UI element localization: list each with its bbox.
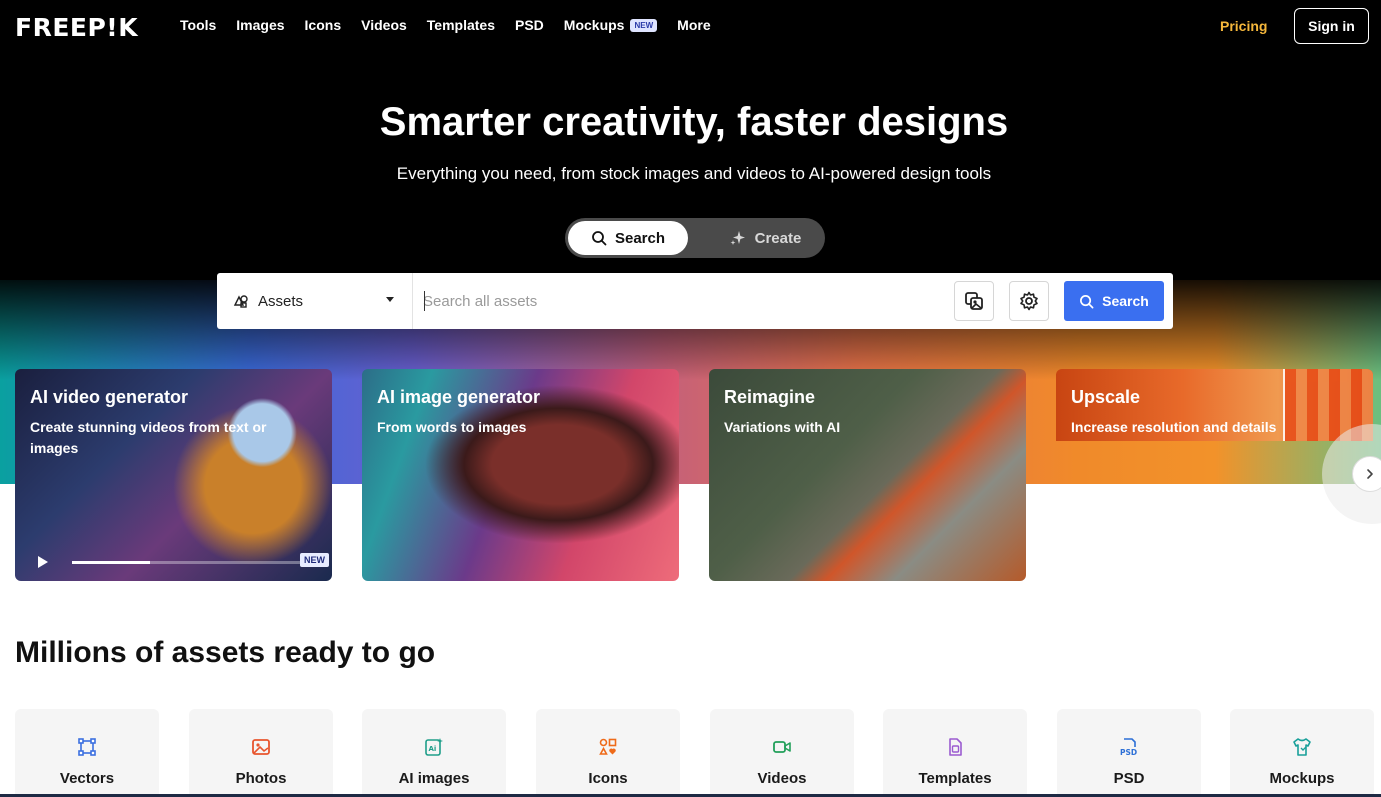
nav-links: Tools Images Icons Videos Templates PSD …: [180, 17, 731, 33]
category-templates[interactable]: Templates: [883, 709, 1027, 797]
top-nav: FREEP!K Tools Images Icons Videos Templa…: [0, 0, 1381, 54]
nav-item-images[interactable]: Images: [236, 17, 284, 33]
card-ai-image-generator[interactable]: AI image generator From words to images: [362, 369, 679, 581]
card-description: Increase resolution and details: [1071, 419, 1277, 435]
assets-icon: [233, 295, 248, 308]
search-bar: Assets Search: [217, 273, 1173, 329]
nav-item-tools[interactable]: Tools: [180, 17, 216, 33]
freepik-logo[interactable]: FREEP!K: [15, 13, 138, 42]
vectors-icon: [78, 738, 96, 756]
category-mockups[interactable]: Mockups: [1230, 709, 1374, 797]
page: FREEP!K Tools Images Icons Videos Templa…: [0, 0, 1381, 797]
category-label: Icons: [588, 770, 628, 787]
category-videos[interactable]: Videos: [710, 709, 854, 797]
card-title: Upscale: [1071, 387, 1141, 407]
hero-subtitle: Everything you need, from stock images a…: [396, 164, 992, 183]
icons-icon: [599, 738, 617, 755]
search-icon: [592, 231, 607, 246]
new-badge: NEW: [300, 553, 329, 567]
chevron-down-icon: [386, 297, 394, 302]
nav-item-more[interactable]: More: [677, 17, 710, 33]
nav-item-icons[interactable]: Icons: [305, 17, 342, 33]
card-title: Reimagine: [724, 387, 816, 407]
card-title: AI video generator: [30, 387, 189, 407]
category-label: AI images: [398, 770, 470, 787]
asset-type-dropdown[interactable]: Assets: [217, 273, 413, 329]
category-label: Vectors: [59, 770, 115, 787]
hero-title: Smarter creativity, faster designs: [379, 100, 1009, 144]
mockups-icon: [1293, 738, 1311, 756]
image-search-button[interactable]: [954, 281, 994, 321]
carousel-next-button[interactable]: [1352, 456, 1381, 492]
card-reimagine[interactable]: Reimagine Variations with AI: [709, 369, 1026, 581]
search-input[interactable]: [423, 287, 943, 315]
gear-icon: [1020, 291, 1038, 311]
search-settings-button[interactable]: [1009, 281, 1049, 321]
section-title: Millions of assets ready to go: [15, 636, 436, 669]
card-description: From words to images: [377, 419, 527, 435]
category-label: Mockups: [1269, 770, 1335, 787]
templates-icon: [949, 738, 962, 756]
video-progress-bar[interactable]: [72, 561, 302, 564]
card-title: AI image generator: [377, 387, 541, 407]
search-submit-button[interactable]: Search: [1064, 281, 1164, 321]
toggle-search-label: Search: [614, 229, 666, 247]
nav-item-mockups-label: Mockups: [563, 17, 625, 33]
nav-item-psd[interactable]: PSD: [515, 17, 544, 33]
category-label: Photos: [235, 770, 287, 787]
asset-type-label: Assets: [258, 292, 304, 310]
videos-icon: [773, 741, 791, 753]
nav-item-templates[interactable]: Templates: [427, 17, 495, 33]
card-description: Create stunning videos from text or imag…: [30, 419, 267, 456]
nav-item-mockups[interactable]: Mockups NEW: [563, 17, 658, 33]
category-ai-images[interactable]: Ai AI images: [362, 709, 506, 797]
play-icon[interactable]: [37, 555, 49, 569]
psd-icon: PSD: [1120, 738, 1137, 757]
card-description: Variations with AI: [724, 419, 841, 435]
ai-images-icon: Ai: [425, 738, 443, 756]
sparkle-icon: [730, 231, 745, 245]
search-create-toggle: Search Create: [565, 218, 825, 258]
category-label: Templates: [918, 770, 992, 787]
new-badge: NEW: [630, 18, 658, 32]
card-ai-video-generator[interactable]: AI video generator Create stunning video…: [15, 369, 332, 581]
category-label: PSD: [1113, 770, 1145, 787]
category-vectors[interactable]: Vectors: [15, 709, 159, 797]
category-psd[interactable]: PSD PSD: [1057, 709, 1201, 797]
card-upscale[interactable]: Upscale Increase resolution and details: [1056, 369, 1373, 441]
search-submit-label: Search: [1102, 293, 1149, 309]
svg-text:PSD: PSD: [1120, 748, 1137, 757]
category-photos[interactable]: Photos: [189, 709, 333, 797]
video-progress-fill: [72, 561, 150, 564]
image-search-icon: [965, 292, 983, 310]
nav-item-videos[interactable]: Videos: [361, 17, 407, 33]
search-icon: [1080, 294, 1094, 308]
pricing-link[interactable]: Pricing: [1220, 18, 1267, 34]
category-icons[interactable]: Icons: [536, 709, 680, 797]
photos-icon: [252, 739, 270, 755]
category-label: Videos: [757, 770, 807, 787]
svg-text:Ai: Ai: [429, 745, 437, 753]
toggle-search-button[interactable]: Search: [568, 221, 688, 255]
toggle-create-label: Create: [754, 229, 802, 247]
toggle-create-button[interactable]: Create: [715, 221, 815, 255]
chevron-right-icon: [1367, 469, 1373, 479]
text-caret: [424, 291, 425, 311]
sign-in-button[interactable]: Sign in: [1294, 8, 1369, 44]
